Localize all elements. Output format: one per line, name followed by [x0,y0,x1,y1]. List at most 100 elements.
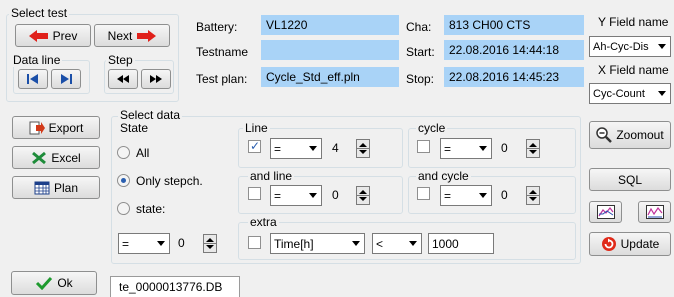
state-title: State [120,121,149,135]
extra-title: extra [248,215,279,229]
spin-up-icon [529,143,537,147]
step-label: Step [106,53,135,67]
excel-label: Excel [51,150,81,165]
chevron-down-icon [658,91,666,96]
excel-icon [32,151,47,164]
line-spinner[interactable] [356,139,370,158]
start-label: Start: [406,45,435,59]
battery-field: VL1220 [261,15,399,35]
plan-button[interactable]: Plan [12,176,100,199]
stop-label: Stop: [406,72,435,86]
first-line-button[interactable] [18,69,48,89]
state-value[interactable]: 0 [178,233,185,253]
and-cycle-operator-value: = [444,188,452,203]
ok-label: Ok [57,276,73,290]
refresh-icon [601,237,616,251]
sql-button[interactable]: SQL [589,168,671,191]
step-back-button[interactable] [108,69,138,89]
and-cycle-value[interactable]: 0 [501,185,508,205]
radio-all-label: All [136,146,150,160]
and-line-value[interactable]: 0 [332,185,339,205]
x-field-select[interactable]: Cyc-Count [589,83,671,104]
checkmark-icon: ✓ [250,139,261,153]
cha-label: Cha: [406,20,432,34]
radio-only-stepch-label: Only stepch. [136,174,203,188]
ok-button[interactable]: Ok [11,271,97,295]
and-cycle-operator-select[interactable]: = [440,185,492,206]
cycle-operator-select[interactable]: = [440,138,492,159]
zoomout-button[interactable]: Zoomout [589,121,671,149]
cycle-checkbox[interactable] [417,140,430,153]
select-test-title: Select test [9,6,70,20]
skip-last-icon [61,74,72,84]
line-checkbox[interactable]: ✓ [248,139,261,153]
export-button[interactable]: Export [12,116,100,139]
chevron-down-icon [309,193,317,198]
file-tab[interactable]: te_0000013776.DB [110,276,240,297]
chevron-down-icon [352,241,360,246]
spin-down-icon [529,150,537,154]
next-button[interactable]: Next [94,24,170,47]
and-cycle-checkbox[interactable] [417,187,430,200]
spin-down-icon [359,150,367,154]
select-data-title: Select data [118,108,183,122]
extra-checkbox[interactable] [248,236,261,249]
and-line-operator-select[interactable]: = [270,185,322,206]
chevron-down-icon [479,193,487,198]
state-spinner[interactable] [203,234,217,253]
prev-label: Prev [52,28,78,43]
and-cycle-spinner[interactable] [526,186,540,205]
sql-label: SQL [617,172,642,187]
line-operator-select[interactable]: = [270,138,322,159]
cycle-value[interactable]: 0 [501,138,508,158]
and-line-operator-value: = [274,188,282,203]
chart-scaled-button[interactable] [638,201,671,223]
chevron-down-icon [479,146,487,151]
cycle-spinner[interactable] [526,139,540,158]
spin-up-icon [206,238,214,242]
line-value[interactable]: 4 [332,138,339,158]
export-icon [29,121,45,134]
radio-only-stepch[interactable] [117,174,130,187]
and-cycle-title: and cycle [416,169,471,183]
line-title: Line [243,121,270,135]
y-field-select[interactable]: Ah-Cyc-Dis [589,36,671,57]
next-label: Next [107,28,133,43]
export-label: Export [48,120,84,135]
chart-linear-button[interactable] [589,201,622,223]
checkmark-icon [36,276,53,290]
prev-button[interactable]: Prev [15,24,91,47]
extra-operator-select[interactable]: < [372,233,422,254]
excel-button[interactable]: Excel [12,146,100,169]
radio-all[interactable] [117,146,130,159]
skip-first-icon [27,74,38,84]
update-label: Update [620,237,660,251]
start-field: 22.08.2016 14:44:18 [444,40,584,60]
testplan-label: Test plan: [196,72,248,86]
y-field-label: Y Field name [598,15,669,29]
update-button[interactable]: Update [589,232,671,256]
state-operator-value: = [122,236,130,251]
last-line-button[interactable] [51,69,81,89]
radio-state[interactable] [117,202,130,215]
extra-value-input[interactable]: 1000 [428,233,494,254]
spin-down-icon [359,197,367,201]
zoomout-label: Zoomout [616,128,664,142]
chevron-down-icon [309,146,317,151]
spin-down-icon [206,245,214,249]
extra-operator-value: < [376,236,384,251]
spin-up-icon [529,190,537,194]
battery-label: Battery: [196,20,238,34]
chevron-down-icon [157,241,165,246]
and-line-checkbox[interactable] [248,187,261,200]
step-forward-button[interactable] [141,69,171,89]
and-line-spinner[interactable] [356,186,370,205]
zoom-out-icon [596,127,613,143]
extra-field-select[interactable]: Time[h] [270,233,365,254]
testplan-field: Cycle_Std_eff.pln [261,67,399,87]
arrow-right-icon [137,29,157,42]
state-operator-select[interactable]: = [118,233,170,254]
chart-icon [645,205,664,219]
fast-forward-icon [150,75,162,83]
cycle-operator-value: = [444,141,452,156]
